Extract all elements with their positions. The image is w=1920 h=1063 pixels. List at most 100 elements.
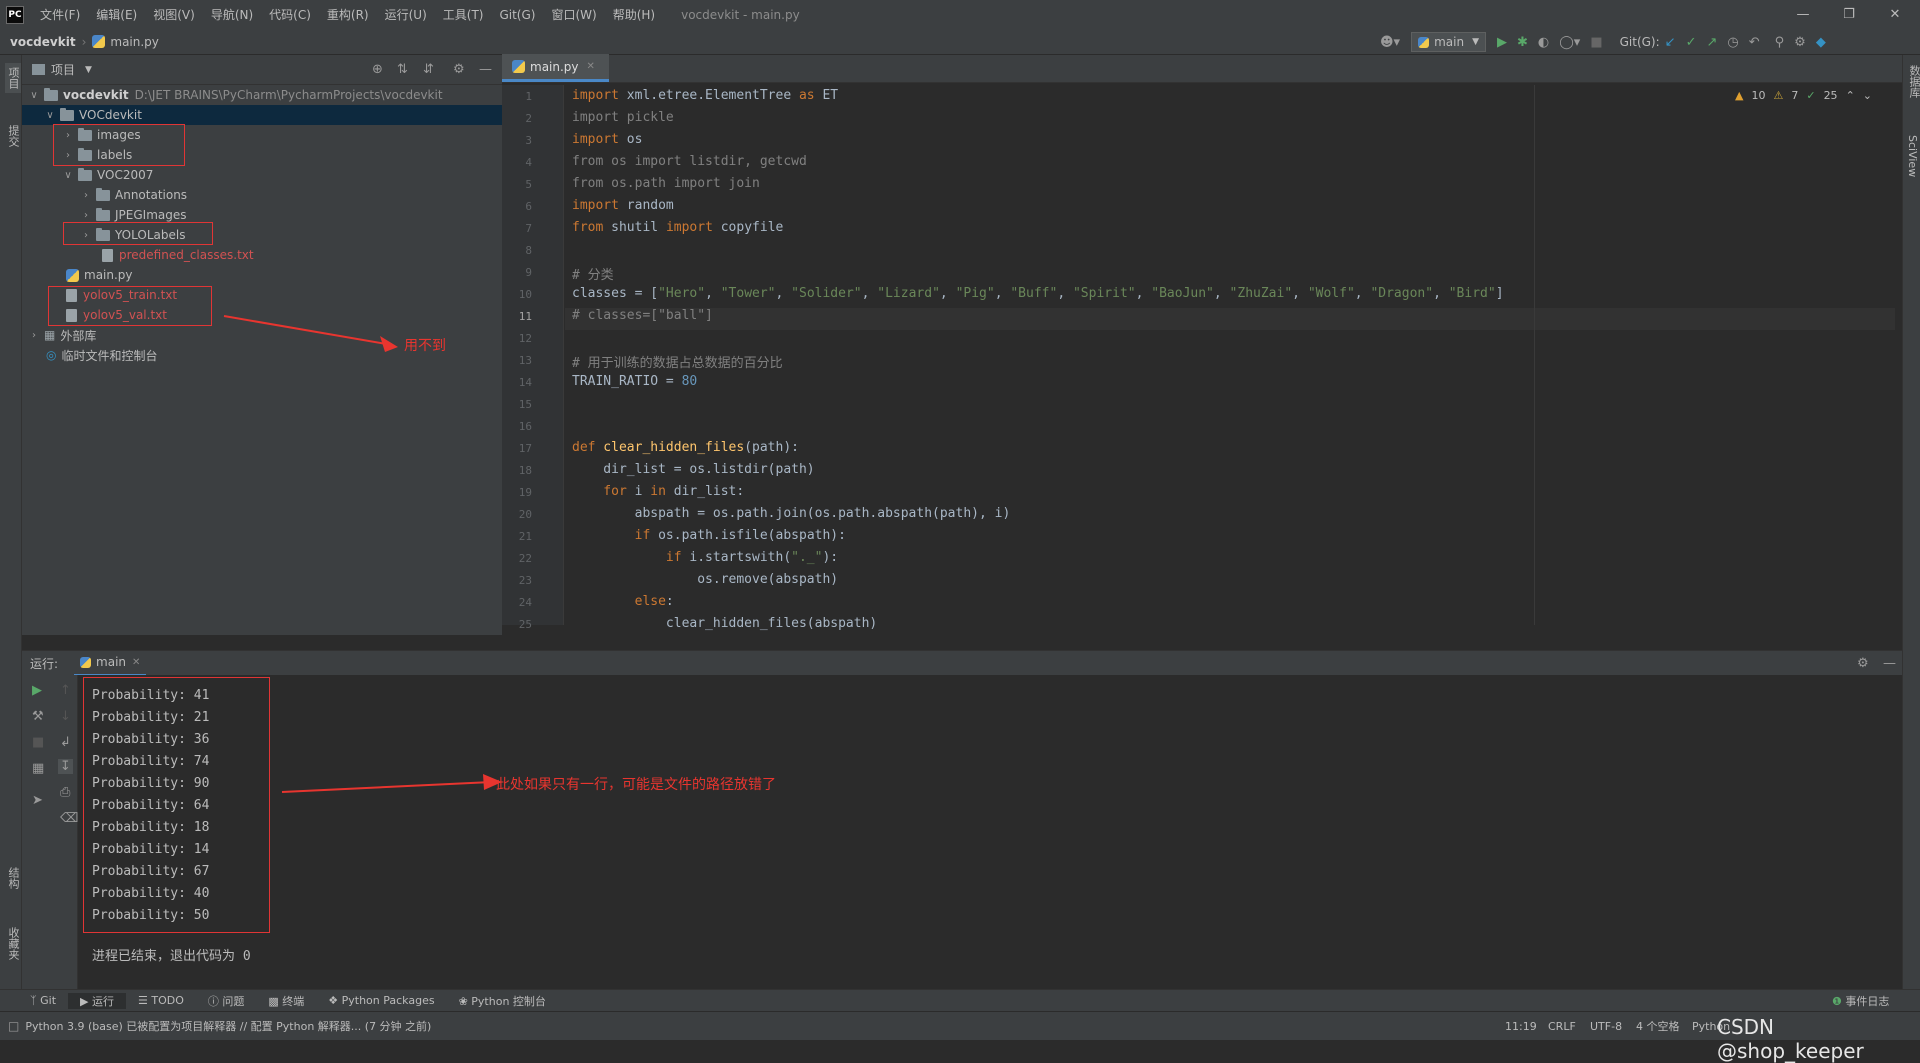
close-button[interactable]: ✕: [1872, 0, 1918, 29]
chevron-right-icon[interactable]: ›: [80, 210, 92, 221]
tool-tab-python-packages[interactable]: ❖ Python Packages: [316, 994, 446, 1007]
python-run-icon: [80, 656, 92, 668]
menu-window[interactable]: 窗口(W): [543, 6, 604, 23]
tool-tab-python-console[interactable]: ❀ Python 控制台: [447, 993, 558, 1009]
chevron-down-icon[interactable]: ∨: [62, 170, 74, 181]
soft-wrap-icon[interactable]: ↲: [60, 735, 71, 750]
run-icon[interactable]: ▶: [1497, 35, 1507, 50]
tree-item-predefined-classes[interactable]: predefined_classes.txt: [22, 245, 502, 265]
tree-item-voc2007[interactable]: ∨ VOC2007: [22, 165, 502, 185]
file-encoding[interactable]: UTF-8: [1590, 1020, 1622, 1033]
layout-icon[interactable]: ▦: [32, 761, 44, 776]
menu-help[interactable]: 帮助(H): [605, 6, 663, 23]
breadcrumb-separator-icon: ›: [81, 34, 87, 49]
menu-edit[interactable]: 编辑(E): [88, 6, 145, 23]
chevron-down-icon[interactable]: ▼: [85, 65, 92, 75]
python-file-icon: [512, 60, 525, 73]
right-tool-strip: 数据库 SciView: [1902, 55, 1920, 989]
gear-icon[interactable]: ⚙: [1857, 656, 1869, 671]
line-number: 13: [518, 354, 532, 367]
rollback-icon[interactable]: ↶: [1749, 35, 1760, 50]
chevron-down-icon[interactable]: ∨: [28, 90, 40, 101]
line-number: 3: [525, 134, 532, 147]
menu-tools[interactable]: 工具(T): [435, 6, 492, 23]
locate-icon[interactable]: ⊕: [372, 62, 383, 77]
gear-icon[interactable]: ⚙: [453, 62, 465, 77]
commit-tool-tab[interactable]: 提交: [5, 125, 21, 147]
print-icon[interactable]: ⎙: [60, 785, 70, 800]
sciview-tool-tab[interactable]: SciView: [1906, 135, 1919, 177]
collapse-all-icon[interactable]: ⇵: [423, 62, 434, 77]
tool-tab-todo[interactable]: ☰ TODO: [126, 994, 196, 1007]
git-update-icon[interactable]: ↙: [1665, 35, 1676, 50]
profile-icon[interactable]: ◯▾: [1559, 35, 1580, 50]
menu-refactor[interactable]: 重构(R): [319, 6, 377, 23]
structure-tool-tab[interactable]: 结构: [5, 867, 21, 889]
indent-setting[interactable]: 4 个空格: [1636, 1018, 1680, 1034]
chevron-down-icon[interactable]: ⌄: [1863, 89, 1872, 102]
minimize-button[interactable]: —: [1780, 0, 1826, 29]
tree-item-label: predefined_classes.txt: [119, 248, 254, 262]
close-icon[interactable]: ✕: [587, 61, 595, 72]
close-icon[interactable]: ✕: [132, 657, 140, 668]
user-icon[interactable]: ☻▾: [1380, 35, 1400, 50]
tool-tab-run[interactable]: ▶ 运行: [68, 992, 126, 1009]
menu-view[interactable]: 视图(V): [145, 6, 203, 23]
breadcrumb-file[interactable]: main.py: [110, 35, 159, 49]
tab-main-py[interactable]: main.py ✕: [502, 54, 609, 82]
run-config-selector[interactable]: main ▼: [1411, 32, 1486, 52]
line-number: 12: [518, 332, 532, 345]
menu-file[interactable]: 文件(F): [32, 6, 88, 23]
coverage-icon[interactable]: ◐: [1538, 35, 1549, 50]
debug-icon[interactable]: ✱: [1517, 35, 1528, 50]
tree-item-main-py[interactable]: main.py: [22, 265, 502, 285]
hide-icon[interactable]: —: [479, 62, 492, 77]
settings-icon[interactable]: ⚙: [1794, 35, 1806, 50]
tree-item-vocdevkit[interactable]: ∨ VOCdevkit: [22, 105, 502, 125]
line-number: 15: [518, 398, 532, 411]
tree-root[interactable]: ∨ vocdevkit D:\JET BRAINS\PyCharm\Pychar…: [22, 85, 502, 105]
tool-tab-terminal[interactable]: ▩ 终端: [256, 993, 316, 1009]
database-tool-tab[interactable]: 数据库: [1906, 65, 1920, 98]
git-push-icon[interactable]: ↗: [1706, 35, 1717, 50]
stop-icon[interactable]: ■: [1590, 35, 1602, 50]
tree-item-annotations[interactable]: › Annotations: [22, 185, 502, 205]
scroll-up-icon[interactable]: ↑: [60, 683, 71, 698]
line-separator[interactable]: CRLF: [1548, 1020, 1576, 1033]
right-margin-guide: [1534, 85, 1535, 625]
trash-icon[interactable]: ⌫: [60, 811, 78, 826]
menu-git[interactable]: Git(G): [491, 8, 543, 22]
rerun-icon[interactable]: ▶: [32, 683, 42, 698]
project-panel-title[interactable]: 项目: [51, 61, 75, 78]
chevron-right-icon[interactable]: ›: [28, 330, 40, 341]
git-commit-icon[interactable]: ✓: [1686, 35, 1697, 50]
tool-tab-git[interactable]: ᛉ Git: [18, 994, 68, 1007]
editor-tab-bar: main.py ✕: [502, 54, 1902, 83]
chevron-right-icon[interactable]: ›: [80, 190, 92, 201]
caret-position[interactable]: 11:19: [1505, 1020, 1537, 1033]
status-message[interactable]: Python 3.9 (base) 已被配置为项目解释器 // 配置 Pytho…: [25, 1018, 431, 1034]
tool-tab-problems[interactable]: ⓘ 问题: [196, 993, 257, 1009]
project-tool-tab[interactable]: 项目: [5, 63, 21, 93]
breadcrumb-project[interactable]: vocdevkit: [10, 35, 76, 49]
pin-icon[interactable]: ➤: [32, 793, 43, 808]
menu-code[interactable]: 代码(C): [261, 6, 319, 23]
chevron-up-icon[interactable]: ⌃: [1846, 89, 1855, 102]
jetbrains-icon[interactable]: ◆: [1816, 35, 1826, 50]
favorites-tool-tab[interactable]: 收藏夹: [5, 927, 21, 960]
restore-button[interactable]: ❐: [1826, 0, 1872, 29]
event-log-button[interactable]: ❶ 事件日志: [1820, 993, 1901, 1009]
menu-run[interactable]: 运行(U): [377, 6, 435, 23]
inspection-widget[interactable]: ▲ 10 ⚠ 7 ✓ 25 ⌃ ⌄: [1735, 89, 1872, 102]
wrench-icon[interactable]: ⚒: [32, 709, 44, 724]
expand-all-icon[interactable]: ⇅: [397, 62, 408, 77]
scroll-to-end-icon[interactable]: ↧: [58, 759, 73, 774]
menu-navigate[interactable]: 导航(N): [203, 6, 261, 23]
stop-icon[interactable]: ■: [32, 735, 44, 750]
chevron-down-icon[interactable]: ∨: [44, 110, 56, 121]
scroll-down-icon[interactable]: ↓: [60, 709, 71, 724]
search-icon[interactable]: ⚲: [1775, 35, 1785, 50]
hide-icon[interactable]: —: [1883, 656, 1896, 671]
run-tab-main[interactable]: main ✕: [74, 651, 147, 676]
history-icon[interactable]: ◷: [1727, 35, 1738, 50]
